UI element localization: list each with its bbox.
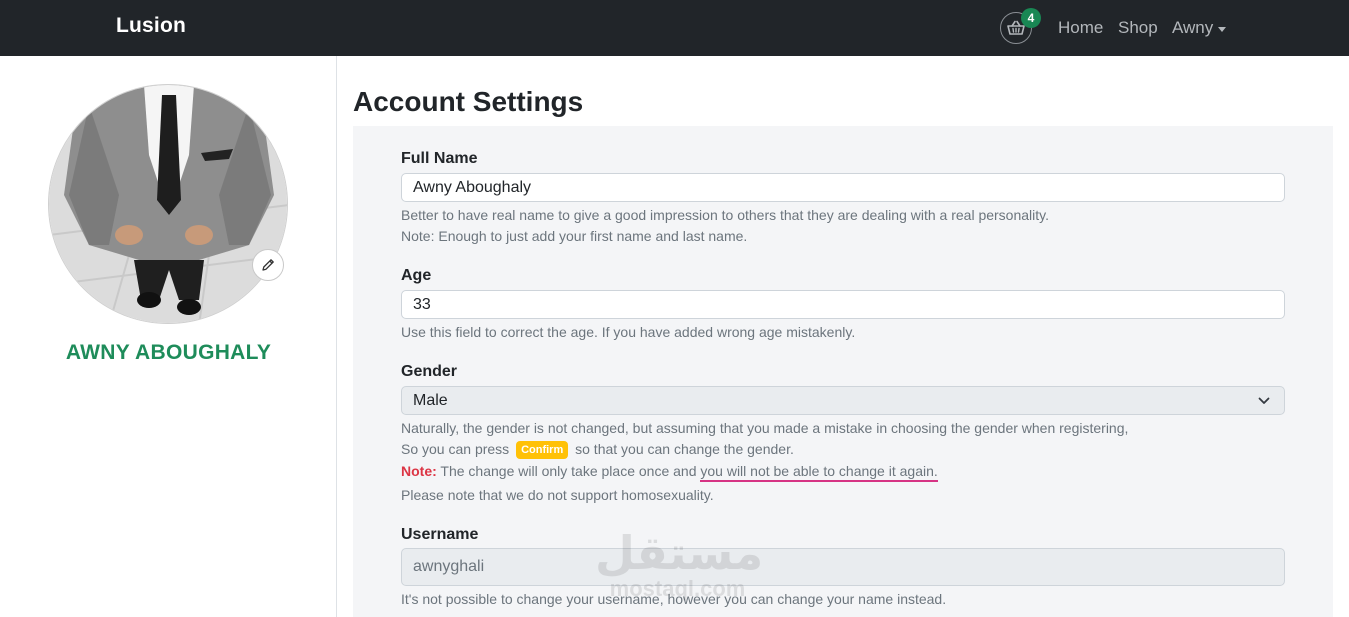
user-dropdown[interactable]: Awny [1172,18,1227,38]
age-help: Use this field to correct the age. If yo… [401,324,856,340]
gender-policy-note: Please note that we do not support homos… [401,487,714,503]
note-label: Note: [401,463,437,479]
gender-change-note: Note: The change will only take place on… [401,463,938,482]
nav-link-home[interactable]: Home [1058,18,1103,38]
watermark-arabic: مستقل [595,526,764,580]
nav-link-shop[interactable]: Shop [1118,18,1158,38]
edit-avatar-button[interactable] [252,249,284,281]
gender-confirm-help: So you can press Confirm so that you can… [401,441,794,459]
gender-selected-value: Male [413,391,448,409]
user-dropdown-label: Awny [1172,18,1214,37]
top-navbar: Lusion 4 Home Shop Awny [0,0,1349,56]
chevron-down-icon [1258,397,1270,404]
confirm-badge[interactable]: Confirm [516,441,569,459]
note-underlined-text: you will not be able to change it again. [700,463,938,482]
full-name-value: Awny Aboughaly [413,178,532,196]
age-label: Age [401,267,432,284]
avatar-photo [49,85,287,323]
pencil-icon [262,259,274,271]
username-label: Username [401,526,479,543]
full-name-input[interactable]: Awny Aboughaly [401,173,1285,202]
brand-logo[interactable]: Lusion [116,14,186,38]
cart-count-badge: 4 [1021,8,1041,28]
profile-name: AWNY ABOUGHALY [65,341,272,364]
full-name-label: Full Name [401,150,478,167]
age-value: 33 [413,295,431,313]
note-text: The change will only take place once and [440,463,697,479]
gender-select[interactable]: Male [401,386,1285,415]
gender-help: Naturally, the gender is not changed, bu… [401,420,1129,436]
caret-down-icon [1218,26,1227,32]
username-value: awnyghali [413,558,485,575]
full-name-help: Better to have real name to give a good … [401,207,1049,223]
username-input: awnyghali [401,548,1285,586]
page-title: Account Settings [353,86,584,117]
gender-confirm-help-before: So you can press [401,441,510,457]
gender-confirm-help-after: so that you can change the gender. [575,441,794,457]
watermark-latin: mostaql.com [609,576,746,601]
full-name-note: Note: Enough to just add your first name… [401,228,748,244]
gender-label: Gender [401,363,458,380]
age-input[interactable]: 33 [401,290,1285,319]
avatar [48,84,288,324]
mostaql-watermark: مستقل mostaql.com [595,526,764,608]
